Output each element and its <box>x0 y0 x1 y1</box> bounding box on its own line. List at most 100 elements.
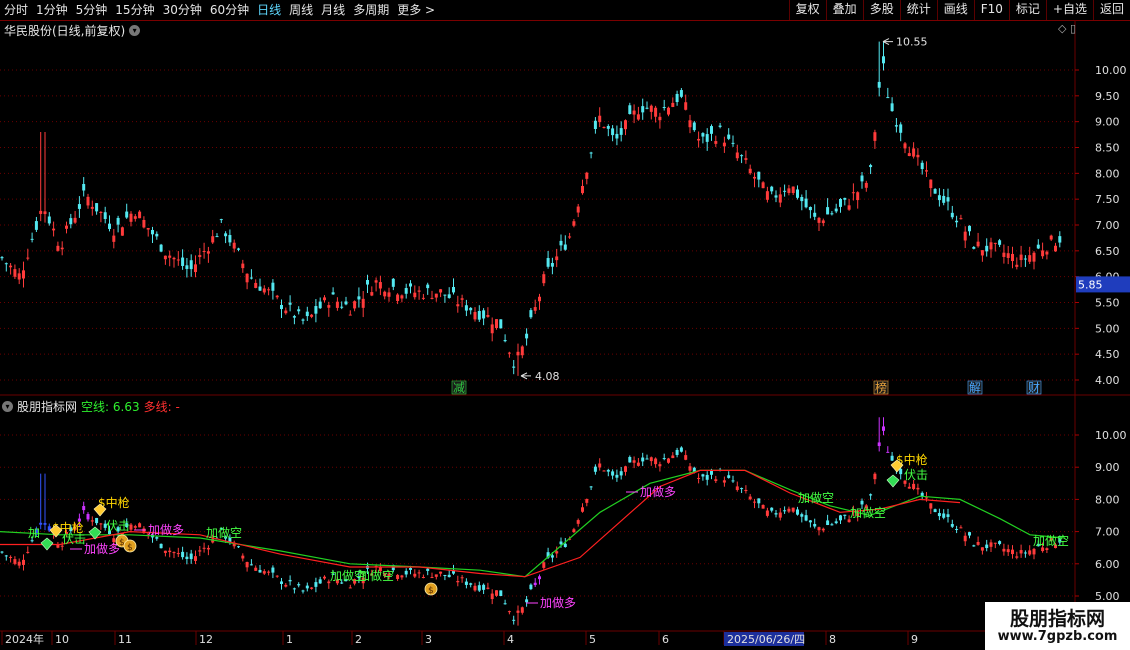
ind-candle <box>869 494 873 496</box>
ind-candle <box>26 551 30 553</box>
indicator-tick-label: 7.00 <box>1095 526 1120 539</box>
candle <box>400 295 404 299</box>
candle <box>95 203 99 212</box>
price-tick-label: 4.50 <box>1095 348 1120 361</box>
kong-line-label: 空线: 6.63 <box>81 400 140 414</box>
ind-candle <box>1015 556 1019 558</box>
candle <box>688 120 692 128</box>
ind-candle <box>679 447 683 452</box>
ind-candle <box>963 535 967 542</box>
ind-candle <box>925 497 928 499</box>
chevron-down-icon[interactable]: ▾ <box>129 25 141 36</box>
candle <box>920 162 924 170</box>
ind-candle <box>1006 549 1010 553</box>
ind-candle <box>323 576 326 579</box>
candle <box>185 265 189 269</box>
candle <box>499 319 503 329</box>
chart-window-icons[interactable]: ◇ ▯ <box>1058 22 1076 35</box>
candle <box>585 172 589 179</box>
ind-candle <box>159 543 163 549</box>
price-tick-label: 8.50 <box>1095 142 1120 155</box>
signal-label: 加做空 <box>798 490 834 505</box>
candle <box>1011 253 1014 262</box>
ind-candle <box>185 556 189 560</box>
candle <box>529 310 533 318</box>
candle <box>903 143 907 149</box>
kline-chart[interactable]: 10.00 9.50 9.00 8.50 8.00 7.50 7.00 6.50 6.00 5.5… <box>0 0 1130 650</box>
chevron-down-icon[interactable]: ▾ <box>2 401 13 412</box>
current-price-label: 5.85 <box>1078 278 1103 291</box>
candle <box>821 220 825 224</box>
candle <box>159 244 163 252</box>
ind-candle <box>912 483 916 489</box>
ind-candle <box>163 550 167 553</box>
ind-candle <box>761 504 765 509</box>
candle <box>245 273 249 283</box>
candle <box>705 134 709 142</box>
candle <box>525 333 529 339</box>
ind-candle <box>499 590 503 597</box>
ind-candle <box>946 514 950 517</box>
indicator-tick-label: 10.00 <box>1095 429 1127 442</box>
candle <box>249 277 253 279</box>
ind-candle <box>529 584 533 590</box>
candle <box>955 220 959 223</box>
candle <box>297 309 301 312</box>
candle <box>589 152 593 154</box>
candle <box>985 245 989 252</box>
candle <box>998 240 1002 245</box>
candle <box>503 339 507 342</box>
candle <box>323 297 326 301</box>
candle <box>413 292 417 298</box>
candle <box>133 216 137 219</box>
ind-candle <box>649 457 653 462</box>
candle <box>477 310 481 320</box>
candle <box>856 192 860 201</box>
candle <box>882 56 885 64</box>
ind-candle <box>473 585 477 591</box>
candle <box>60 247 64 250</box>
candle <box>9 265 13 268</box>
date-tick-label: 2025/06/26/四 <box>727 633 805 646</box>
ind-candle <box>189 553 193 560</box>
indicator-tick-label: 8.00 <box>1095 493 1120 506</box>
candle <box>258 286 262 291</box>
candle <box>495 319 498 329</box>
ind-candle <box>598 463 602 468</box>
ind-candle <box>740 488 744 490</box>
candle <box>77 204 81 209</box>
candle <box>714 141 718 144</box>
candle <box>791 186 795 194</box>
candle <box>417 290 421 292</box>
candle <box>912 148 916 157</box>
candle <box>662 107 666 109</box>
candle <box>826 207 830 215</box>
candle <box>701 133 705 137</box>
ind-candle <box>860 500 864 505</box>
candle <box>26 257 30 259</box>
watermark-title: 股朋指标网 <box>1009 608 1105 630</box>
candle <box>288 302 292 305</box>
ind-candle <box>409 567 412 570</box>
price-tick-label: 7.00 <box>1095 219 1120 232</box>
candle <box>847 205 851 210</box>
candle <box>426 284 430 289</box>
ind-candle <box>516 610 520 613</box>
candle <box>1041 250 1045 257</box>
date-tick-label: 1 <box>286 633 293 646</box>
indicator-name[interactable]: 股朋指标网 <box>17 398 77 415</box>
ind-candle <box>980 547 984 551</box>
candle <box>404 288 408 294</box>
candle <box>237 248 240 250</box>
candle <box>241 263 245 269</box>
candle <box>727 134 731 139</box>
ind-candle <box>662 458 666 460</box>
candle <box>335 301 339 308</box>
ind-candle <box>1023 552 1027 554</box>
candle <box>550 262 554 267</box>
candle <box>181 257 185 266</box>
ind-candle <box>417 572 421 574</box>
candle <box>1032 252 1036 262</box>
candle <box>271 282 275 291</box>
ind-candle <box>959 527 963 529</box>
